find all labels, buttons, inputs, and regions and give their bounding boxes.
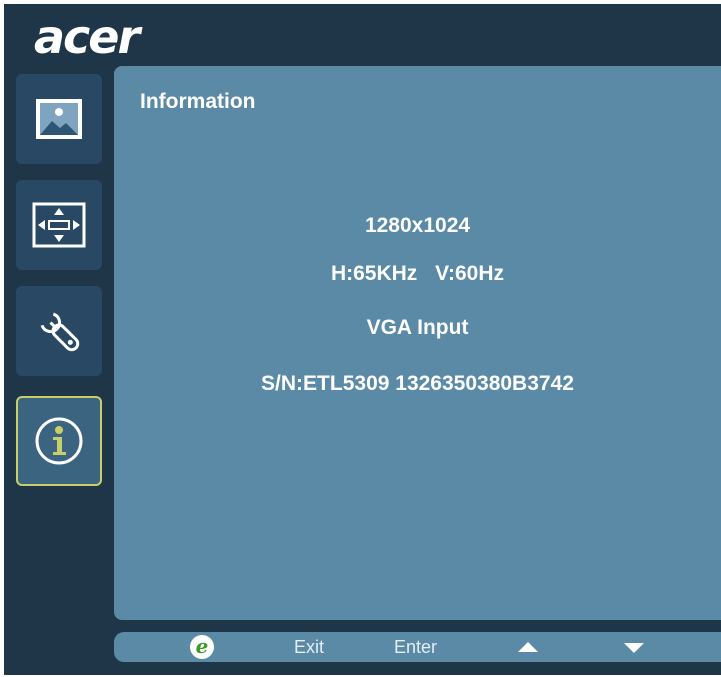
- serial-number-value: S/N:ETL5309 1326350380B3742: [261, 372, 574, 395]
- tab-setting[interactable]: [16, 286, 102, 376]
- triangle-up-icon[interactable]: [518, 642, 538, 652]
- information-panel: Information 1280x1024 H:65KHz V:60Hz VGA…: [114, 66, 721, 620]
- picture-icon: [36, 99, 82, 139]
- empowering-key-icon[interactable]: e: [190, 635, 214, 659]
- exit-key-label[interactable]: Exit: [294, 632, 324, 662]
- key-hint-bar: e Exit Enter: [114, 632, 721, 662]
- input-source-value: VGA Input: [366, 316, 469, 339]
- h-frequency-value: H:65KHz: [330, 262, 418, 285]
- resolution-value: 1280x1024: [364, 214, 471, 237]
- info-icon: [35, 417, 83, 465]
- tab-information[interactable]: [16, 396, 102, 486]
- osd-menu: acer Information 1280x1024 H:65KHz V:60H…: [4, 4, 721, 675]
- position-arrows-icon: [32, 202, 86, 248]
- triangle-down-icon[interactable]: [624, 643, 644, 653]
- wrench-icon: [40, 312, 80, 352]
- acer-logo: acer: [34, 10, 140, 64]
- frequency-line: H:65KHz V:60Hz: [114, 262, 721, 286]
- tab-osd-position[interactable]: [16, 180, 102, 270]
- enter-key-label[interactable]: Enter: [394, 632, 437, 662]
- v-frequency-value: V:60Hz: [435, 262, 505, 285]
- page-title: Information: [140, 90, 256, 113]
- tab-picture[interactable]: [16, 74, 102, 164]
